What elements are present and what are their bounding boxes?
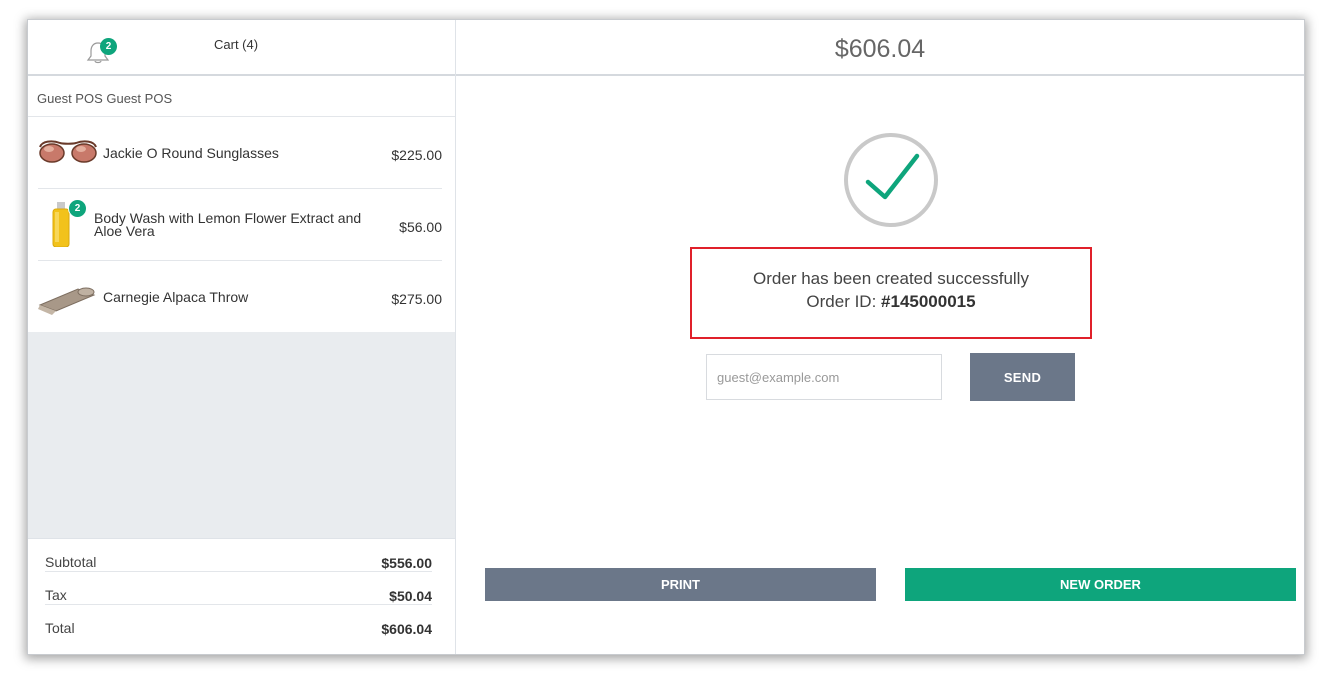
total-label: Total bbox=[45, 620, 75, 636]
sunglasses-image bbox=[39, 140, 97, 163]
cart-empty-area bbox=[28, 332, 455, 538]
item-price: $225.00 bbox=[391, 147, 442, 163]
subtotal-row: Subtotal $556.00 bbox=[45, 539, 432, 572]
pos-window: 2 Cart (4) Guest POS Guest POS Jackie O … bbox=[28, 20, 1304, 654]
tax-label: Tax bbox=[45, 587, 67, 603]
subtotal-label: Subtotal bbox=[45, 554, 97, 570]
order-id-label: Order ID: bbox=[806, 292, 882, 311]
cart-totals: Subtotal $556.00 Tax $50.04 Total $606.0… bbox=[28, 538, 455, 654]
item-name: Carnegie Alpaca Throw bbox=[103, 289, 249, 305]
item-name: Jackie O Round Sunglasses bbox=[103, 145, 279, 161]
cart-item[interactable]: 2 Body Wash with Lemon Flower Extract an… bbox=[38, 189, 442, 261]
cart-items-list: Jackie O Round Sunglasses $225.00 2 Body… bbox=[28, 117, 455, 333]
cart-panel: 2 Cart (4) Guest POS Guest POS Jackie O … bbox=[28, 20, 456, 654]
cart-title[interactable]: Cart (4) bbox=[214, 37, 258, 52]
tax-value: $50.04 bbox=[389, 588, 432, 604]
item-name-line2: Aloe Vera bbox=[94, 223, 155, 239]
total-row: Total $606.04 bbox=[45, 605, 432, 637]
cart-item[interactable]: Carnegie Alpaca Throw $275.00 bbox=[38, 261, 442, 333]
order-total-header: $606.04 bbox=[456, 20, 1304, 76]
item-price: $56.00 bbox=[399, 219, 442, 235]
cart-item[interactable]: Jackie O Round Sunglasses $225.00 bbox=[38, 117, 442, 189]
customer-name-row[interactable]: Guest POS Guest POS bbox=[28, 76, 455, 117]
order-total: $606.04 bbox=[834, 35, 926, 63]
total-value: $606.04 bbox=[381, 621, 432, 637]
item-price: $275.00 bbox=[391, 291, 442, 307]
subtotal-value: $556.00 bbox=[381, 555, 432, 571]
success-check-icon bbox=[844, 133, 938, 227]
cart-header: 2 Cart (4) bbox=[28, 20, 455, 76]
success-message-box: Order has been created successfully Orde… bbox=[690, 247, 1092, 339]
customer-name: Guest POS Guest POS bbox=[37, 91, 173, 106]
notification-badge: 2 bbox=[100, 38, 117, 55]
send-button[interactable]: SEND bbox=[970, 353, 1075, 401]
order-id-line: Order ID: #145000015 bbox=[692, 292, 1090, 312]
quantity-badge: 2 bbox=[68, 199, 87, 218]
rolled-throw-image bbox=[38, 287, 96, 315]
new-order-button[interactable]: NEW ORDER bbox=[905, 568, 1296, 601]
order-id: #145000015 bbox=[881, 292, 976, 311]
tax-row: Tax $50.04 bbox=[45, 572, 432, 605]
print-button[interactable]: PRINT bbox=[485, 568, 876, 601]
order-panel: $606.04 Order has been created successfu… bbox=[456, 20, 1304, 654]
success-message: Order has been created successfully bbox=[753, 269, 1029, 288]
email-input[interactable] bbox=[706, 354, 942, 400]
